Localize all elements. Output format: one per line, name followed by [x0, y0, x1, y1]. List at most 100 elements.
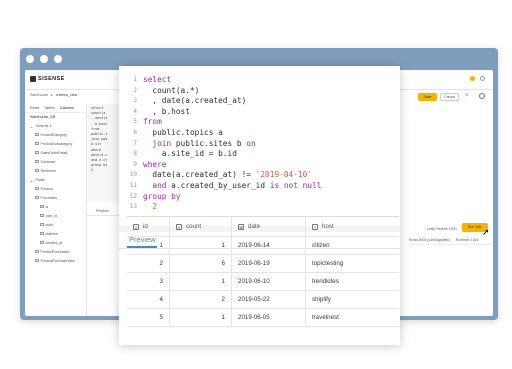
schema-tree: ⌄ Schema 1 ProductCategory ProductSubcatego… — [25, 121, 86, 265]
column-icon — [40, 213, 44, 218]
table-cell-id: 1 — [127, 237, 170, 254]
background-preview-tab[interactable]: Preview — [96, 209, 109, 213]
table-row[interactable]: 1 1 2019-06-14 citizen — [127, 237, 399, 255]
sidebar-tabs: Reset Tables Columns — [25, 104, 86, 113]
save-button[interactable]: Save — [418, 93, 437, 101]
code-line[interactable]: 2 count(a.*) — [119, 86, 400, 97]
table-cell-date: 2019-06-14 — [232, 237, 306, 254]
tree-item[interactable]: Territories — [25, 166, 86, 175]
column-header-date[interactable]: ▦ date — [232, 217, 306, 236]
tree-item-label: Schema 1 — [35, 123, 52, 128]
sql-editor[interactable]: 1 select 2 count(a.*) 3 , date(a.created_at… — [119, 66, 400, 226]
column-header-id[interactable]: # id — [127, 217, 170, 236]
tree-item[interactable]: platform — [25, 229, 86, 238]
code-token-kw: where — [143, 159, 167, 169]
logo: SISENSE — [30, 76, 65, 82]
table-cell-host: travelnest — [312, 314, 339, 321]
tree-item[interactable]: created_at — [25, 238, 86, 247]
tree-item[interactable]: price — [25, 220, 86, 229]
window-dot-icon[interactable] — [26, 55, 34, 63]
tree-item-label: price — [45, 222, 54, 227]
code-line[interactable]: 12 group by — [119, 192, 400, 203]
table-cell-id: 3 — [127, 273, 170, 290]
runtime: Runtime 0.31s — [455, 238, 479, 242]
table-cell-date: 2019-06-05 — [232, 309, 306, 326]
tree-item[interactable]: ProductSubcategory — [25, 139, 86, 148]
notification-icon[interactable] — [470, 76, 475, 81]
code-line[interactable]: 3 , date(a.created_at) — [119, 96, 400, 107]
close-icon[interactable]: × — [465, 93, 469, 99]
table-cell-host: shiplify — [312, 296, 331, 303]
line-number: 2 — [133, 86, 137, 94]
code-token-kw: select — [143, 75, 172, 84]
table-row[interactable]: 2 6 2019-06-19 topictesting — [127, 255, 399, 273]
table-cell-host: topictesting — [312, 260, 344, 267]
tree-item[interactable]: ProductPurchases — [25, 247, 86, 256]
tree-item[interactable]: id — [25, 202, 86, 211]
tree-item-label: id — [45, 204, 49, 209]
tab-columns[interactable]: Columns — [60, 106, 74, 110]
tree-item[interactable]: ProductCategory — [25, 130, 86, 139]
code-token-kw: is not null — [269, 181, 322, 190]
tab-reset[interactable]: Reset — [30, 106, 39, 110]
limit-preview-toggle[interactable]: Limit Preview 1000 — [427, 227, 457, 231]
background-code-line: 2 — [91, 168, 94, 173]
table-cell-id: 2 — [127, 255, 170, 272]
table-icon — [35, 132, 39, 137]
tree-item[interactable]: Product — [25, 184, 86, 193]
tree-item[interactable]: user_id — [25, 211, 86, 220]
tree-item-label: Product — [40, 186, 53, 191]
tree-item[interactable]: ⌄ Public — [25, 175, 86, 184]
tree-item[interactable]: Customer — [25, 157, 86, 166]
code-text: date(a.created_at) != '2019-04-10' — [143, 170, 312, 181]
table-cell-id: 4 — [127, 291, 170, 308]
column-header-host[interactable]: ≡ host — [306, 217, 399, 236]
line-number: 11 — [129, 182, 137, 189]
table-row[interactable]: 5 1 2019-06-05 travelnest — [127, 309, 399, 327]
background-sql-snippet: select count(a. , date(a , b.host from pu… — [91, 106, 107, 174]
code-line[interactable]: 13 2 — [119, 202, 400, 213]
table-cell-host: trendkites — [312, 278, 339, 285]
tree-item[interactable]: Purchases — [25, 193, 86, 202]
mouse-cursor-icon: ➚ — [482, 227, 490, 237]
code-text: 2 — [143, 202, 157, 213]
tree-item-label: ProductCategory — [40, 132, 67, 137]
table-row[interactable]: 4 2 2019-05-22 shiplify — [127, 291, 399, 309]
code-line[interactable]: 11 and a.created_by_user_id is not null — [119, 181, 400, 192]
tab-tables[interactable]: Tables — [44, 106, 54, 110]
cancel-button[interactable]: Cancel — [440, 93, 459, 101]
breadcrumb-separator: ▸ — [51, 93, 54, 97]
tree-item-label: platform — [45, 231, 59, 236]
column-header-count[interactable]: # count — [170, 217, 232, 236]
column-icon — [40, 240, 44, 245]
table-icon — [35, 258, 39, 263]
user-icon[interactable] — [480, 76, 485, 81]
tree-item[interactable]: ⌄ Schema 1 — [25, 121, 86, 130]
code-line[interactable]: 6 public.topics a — [119, 128, 400, 139]
code-line[interactable]: 7 join public.sites b on — [119, 139, 400, 150]
line-number: 7 — [133, 139, 137, 147]
code-line[interactable]: 8 a.site_id = b.id — [119, 149, 400, 160]
code-token-str: '2019-04-10' — [255, 170, 313, 180]
code-line[interactable]: 10 date(a.created_at) != '2019-04-10' — [119, 170, 400, 181]
chevron-icon: ⌄ — [30, 177, 34, 183]
code-token-kw: join — [152, 138, 172, 148]
divider — [409, 244, 493, 245]
code-line[interactable]: 1 select — [119, 75, 400, 86]
window-dot-icon[interactable] — [54, 55, 62, 63]
code-text: from — [143, 117, 162, 128]
tree-item[interactable]: SalesOrderDetail — [25, 148, 86, 157]
code-line[interactable]: 5 from — [119, 117, 400, 128]
tree-item[interactable]: ProductPurchaseView — [25, 256, 86, 265]
table-header-row: # id # count ▦ date ≡ host — [127, 217, 399, 237]
breadcrumb-item[interactable]: Warehouse — [30, 93, 48, 97]
code-line[interactable]: 9 where — [119, 160, 400, 171]
line-number: 10 — [129, 171, 137, 179]
table-row[interactable]: 3 1 2019-06-10 trendkites — [127, 273, 399, 291]
line-number: 6 — [133, 129, 137, 136]
tree-item-label: Purchases — [40, 195, 58, 200]
line-number: 1 — [133, 76, 137, 83]
window-dot-icon[interactable] — [40, 55, 48, 63]
help-icon[interactable] — [479, 93, 485, 99]
code-line[interactable]: 4 , b.host — [119, 107, 400, 118]
